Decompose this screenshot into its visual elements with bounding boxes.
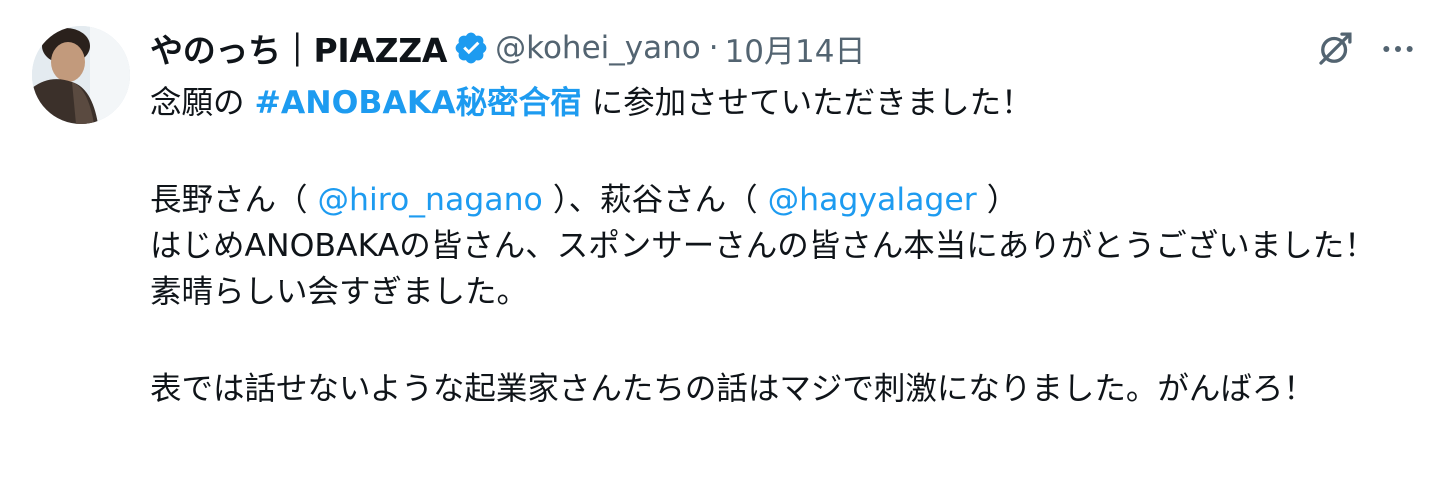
hashtag-link[interactable]: #ANOBAKA秘密合宿 [255, 85, 582, 121]
paragraph-2: 長野さん（ @hiro_nagano ）、萩谷さん（ @hagyalager ）… [150, 177, 1400, 315]
text-segment: はじめANOBAKAの皆さん、スポンサーさんの皆さん本当にありがとうございました… [150, 228, 1376, 310]
text-segment: ）、萩谷さん（ [542, 182, 768, 218]
tweet-body: やのっち｜PIAZZA @kohei_yano · 10月14日 念願の #AN… [150, 22, 1410, 412]
more-icon[interactable] [1378, 29, 1418, 69]
text-segment: に参加させていただきました！ [581, 85, 1033, 121]
tweet-actions [1314, 28, 1418, 70]
tweet-text: 念願の #ANOBAKA秘密合宿 に参加させていただきました！ 長野さん（ @h… [150, 80, 1400, 412]
tweet-date[interactable]: 10月14日 [725, 26, 866, 71]
paragraph-3: 表では話せないような起業家さんたちの話はマジで刺激になりました。がんばろ！ [150, 371, 1315, 407]
text-segment: 長野さん（ [150, 182, 318, 218]
separator-dot: · [708, 30, 719, 66]
display-name[interactable]: やのっち｜PIAZZA [150, 24, 447, 72]
tweet: やのっち｜PIAZZA @kohei_yano · 10月14日 念願の #AN… [0, 0, 1440, 495]
text-segment: ） [976, 182, 1019, 218]
verified-badge-icon[interactable] [453, 30, 489, 66]
user-avatar[interactable] [32, 26, 130, 124]
tweet-header: やのっち｜PIAZZA @kohei_yano · 10月14日 [150, 22, 1410, 74]
user-handle[interactable]: @kohei_yano [495, 30, 701, 66]
mention-hiro-nagano[interactable]: @hiro_nagano [318, 182, 543, 218]
grok-icon[interactable] [1314, 28, 1356, 70]
mention-hagyalager[interactable]: @hagyalager [768, 182, 977, 218]
text-segment: 念願の [150, 85, 255, 121]
avatar-image [32, 26, 130, 124]
paragraph-1: 念願の #ANOBAKA秘密合宿 に参加させていただきました！ [150, 80, 1400, 126]
